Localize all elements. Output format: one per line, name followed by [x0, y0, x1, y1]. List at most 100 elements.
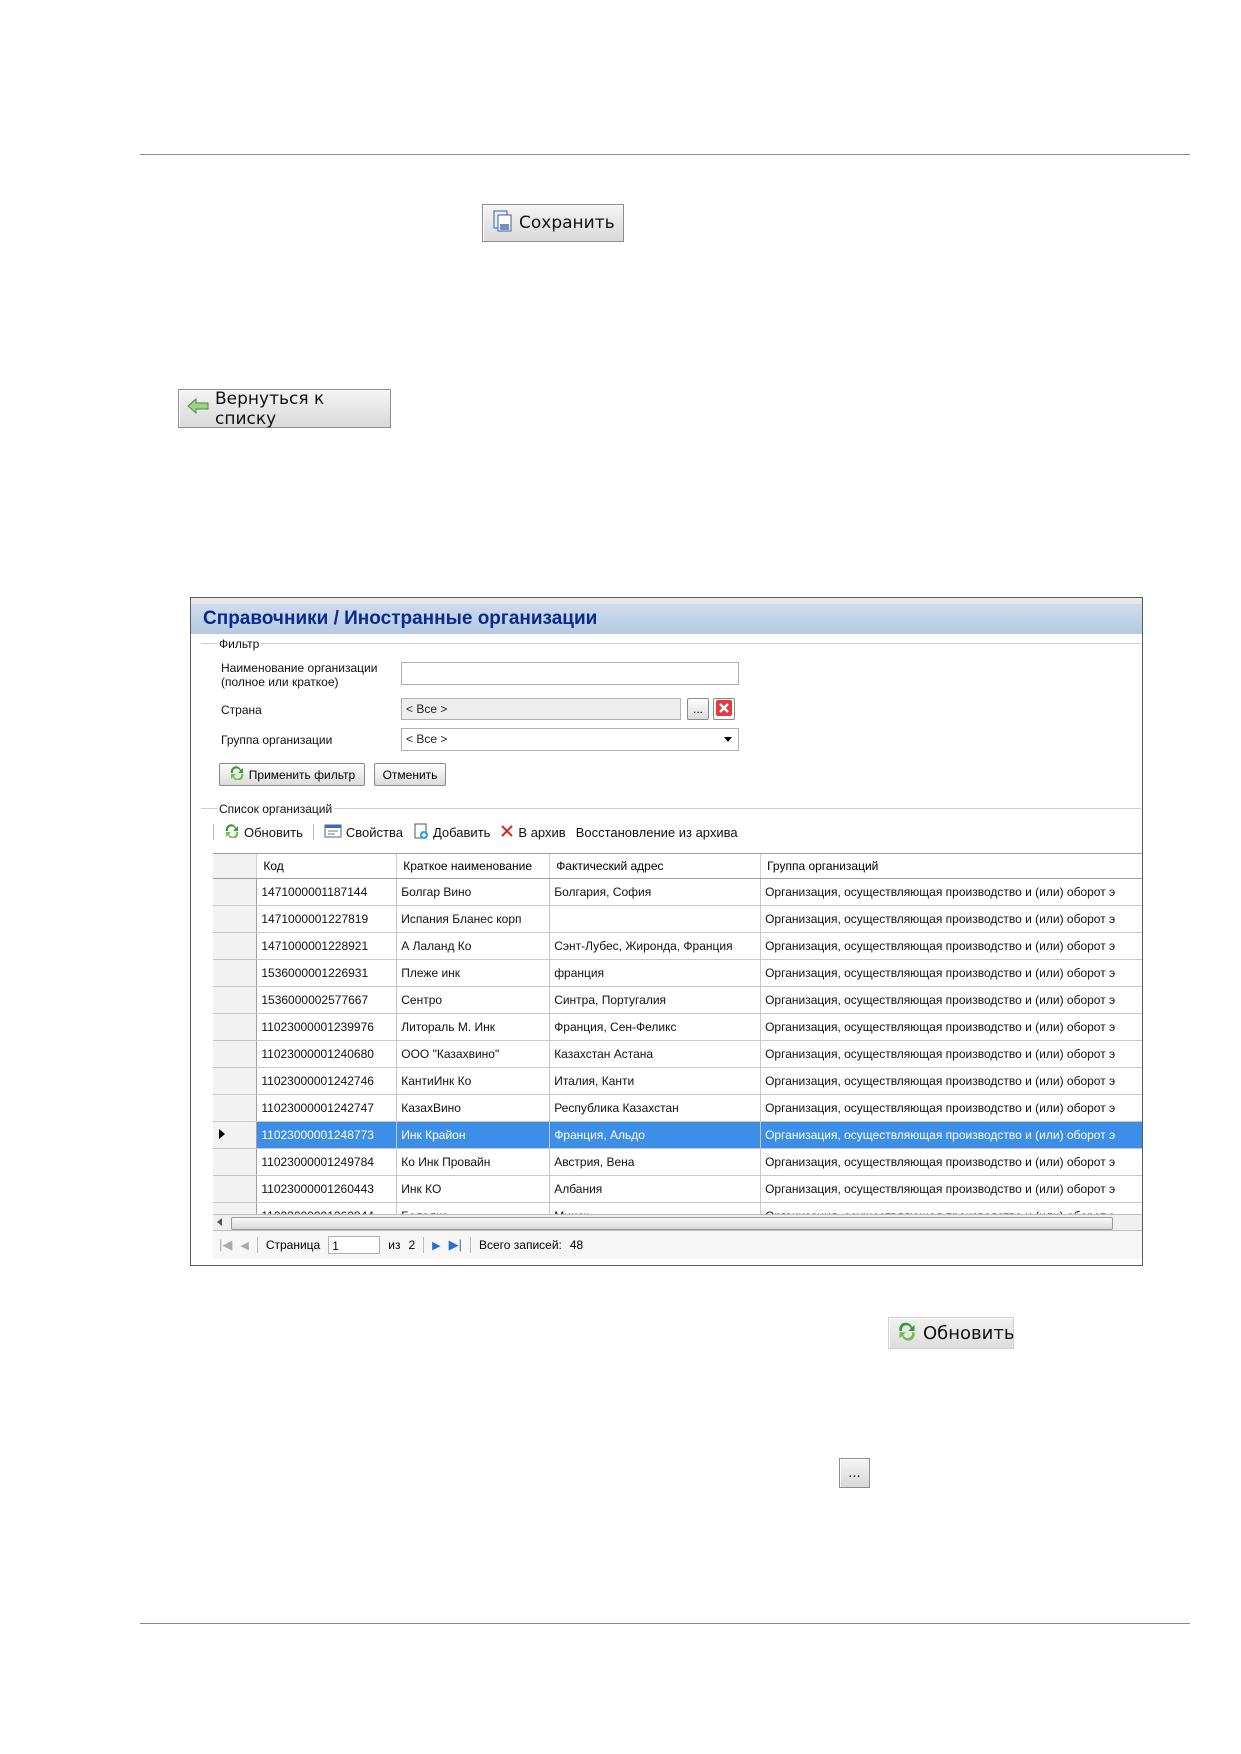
cell-group[interactable]: Организация, осуществляющая производство…	[760, 905, 1142, 933]
row-header-cell[interactable]	[213, 1067, 258, 1095]
row-header-cell[interactable]	[213, 1121, 258, 1149]
row-header-cell[interactable]	[213, 1175, 258, 1203]
cell-address[interactable]: Австрия, Вена	[549, 1148, 762, 1176]
cell-group[interactable]: Организация, осуществляющая производство…	[760, 1148, 1142, 1176]
table-row[interactable]: 1471000001187144 Болгар Вино Болгария, Соф…	[213, 878, 1142, 906]
toolbar-properties-button[interactable]: Свойства	[324, 824, 403, 841]
row-header-cell[interactable]	[213, 905, 258, 933]
cell-short-name[interactable]: Болгар Вино	[396, 878, 551, 906]
cell-code[interactable]: 1471000001228921	[256, 932, 398, 960]
cell-group[interactable]: Организация, осуществляющая производство…	[760, 1175, 1142, 1203]
toolbar-add-button[interactable]: Добавить	[413, 823, 490, 842]
cell-short-name[interactable]: Инк КО	[396, 1175, 551, 1203]
table-row[interactable]: 11023000001242747 КазахВино Республика Каз…	[213, 1094, 1142, 1122]
cell-group[interactable]: Организация, осуществляющая производство…	[760, 986, 1142, 1014]
column-header-address[interactable]: Фактический адрес	[549, 854, 762, 879]
row-header-cell[interactable]	[213, 1148, 258, 1176]
save-button[interactable]: Сохранить	[482, 204, 624, 242]
back-to-list-button[interactable]: Вернуться к списку	[178, 389, 391, 429]
cell-short-name[interactable]: Литораль М. Инк	[396, 1013, 551, 1041]
cell-code[interactable]: 1536000001226931	[256, 959, 398, 987]
cell-address[interactable]: Республика Казахстан	[549, 1094, 762, 1122]
horizontal-scrollbar[interactable]	[213, 1214, 1142, 1231]
table-row[interactable]: 11023000001248773 Инк Крайон Франция, Альд…	[213, 1121, 1142, 1149]
cell-group[interactable]: Организация, осуществляющая производство…	[760, 932, 1142, 960]
row-header-cell[interactable]	[213, 986, 258, 1014]
table-row[interactable]: 11023000001240680 ООО "Казахвино" Казахста…	[213, 1040, 1142, 1068]
scrollbar-thumb[interactable]	[231, 1217, 1113, 1230]
column-header-short-name[interactable]: Краткое наименование	[396, 854, 551, 879]
cell-address[interactable]	[549, 905, 762, 933]
cell-group[interactable]: Организация, осуществляющая производство…	[760, 1094, 1142, 1122]
toolbar-archive-button[interactable]: В архив	[500, 824, 566, 841]
cell-code[interactable]: 1536000002577667	[256, 986, 398, 1014]
cell-address[interactable]: франция	[549, 959, 762, 987]
cell-short-name[interactable]: КантиИнк Ко	[396, 1067, 551, 1095]
org-group-select[interactable]: < Все >	[401, 728, 739, 751]
cell-address[interactable]: Синтра, Португалия	[549, 986, 762, 1014]
apply-filter-button[interactable]: Применить фильтр	[219, 763, 365, 786]
country-clear-button[interactable]	[713, 698, 735, 720]
toolbar-restore-button[interactable]: Восстановление из архива	[576, 825, 738, 840]
cell-address[interactable]: Франция, Альдо	[549, 1121, 762, 1149]
table-row[interactable]: 1471000001227819 Испания Бланес корп Орган…	[213, 905, 1142, 933]
cancel-filter-button[interactable]: Отменить	[374, 763, 446, 786]
cell-group[interactable]: Организация, осуществляющая производство…	[760, 1121, 1142, 1149]
pager-first-icon[interactable]: |◀	[219, 1237, 232, 1253]
ellipsis-button[interactable]: ...	[839, 1458, 870, 1488]
cell-short-name[interactable]: КазахВино	[396, 1094, 551, 1122]
cell-short-name[interactable]: ООО "Казахвино"	[396, 1040, 551, 1068]
cell-code[interactable]: 11023000001249784	[256, 1148, 398, 1176]
cell-code[interactable]: 1471000001187144	[256, 878, 398, 906]
row-header-cell[interactable]	[213, 1094, 258, 1122]
cell-code[interactable]: 11023000001240680	[256, 1040, 398, 1068]
cell-group[interactable]: Организация, осуществляющая производство…	[760, 1040, 1142, 1068]
cell-short-name[interactable]: Сентро	[396, 986, 551, 1014]
scroll-left-icon[interactable]	[217, 1218, 222, 1226]
row-header-cell[interactable]	[213, 1013, 258, 1041]
pager-prev-icon[interactable]: ◀	[240, 1239, 248, 1252]
row-header-cell[interactable]	[213, 959, 258, 987]
cell-group[interactable]: Организация, осуществляющая производство…	[760, 878, 1142, 906]
cell-code[interactable]: 11023000001248773	[256, 1121, 398, 1149]
cell-address[interactable]: Италия, Канти	[549, 1067, 762, 1095]
cell-short-name[interactable]: Плеже инк	[396, 959, 551, 987]
cell-short-name[interactable]: А Лаланд Ко	[396, 932, 551, 960]
cell-address[interactable]: Албания	[549, 1175, 762, 1203]
cell-group[interactable]: Организация, осуществляющая производство…	[760, 959, 1142, 987]
cell-address[interactable]: Болгария, София	[549, 878, 762, 906]
org-name-input[interactable]	[401, 662, 739, 685]
table-row[interactable]: 11023000001260443 Инк КО Албания Организаци…	[213, 1175, 1142, 1203]
table-row[interactable]: 11023000001239976 Литораль М. Инк Франция,…	[213, 1013, 1142, 1041]
cell-short-name[interactable]: Инк Крайон	[396, 1121, 551, 1149]
table-row[interactable]: 1536000001226931 Плеже инк франция Организа…	[213, 959, 1142, 987]
table-row[interactable]: 11023000001242746 КантиИнк Ко Италия, Кант…	[213, 1067, 1142, 1095]
row-header-cell[interactable]	[213, 1040, 258, 1068]
country-select-button[interactable]: ...	[687, 698, 709, 720]
cell-code[interactable]: 1471000001227819	[256, 905, 398, 933]
cell-address[interactable]: Сэнт-Лубес, Жиронда, Франция	[549, 932, 762, 960]
refresh-button[interactable]: Обновить	[888, 1317, 1014, 1349]
column-header-code[interactable]: Код	[256, 854, 398, 879]
cell-code[interactable]: 11023000001260443	[256, 1175, 398, 1203]
country-field[interactable]: < Все >	[401, 698, 681, 720]
cell-address[interactable]: Франция, Сен-Феликс	[549, 1013, 762, 1041]
cell-short-name[interactable]: Испания Бланес корп	[396, 905, 551, 933]
toolbar-refresh-button[interactable]: Обновить	[224, 823, 303, 841]
cell-group[interactable]: Организация, осуществляющая производство…	[760, 1067, 1142, 1095]
pager-next-icon[interactable]: ▶	[432, 1239, 440, 1252]
cell-short-name[interactable]: Ко Инк Провайн	[396, 1148, 551, 1176]
pager-last-icon[interactable]: ▶|	[449, 1237, 462, 1253]
table-row[interactable]: 11023000001249784 Ко Инк Провайн Австрия, …	[213, 1148, 1142, 1176]
cell-group[interactable]: Организация, осуществляющая производство…	[760, 1013, 1142, 1041]
row-header-cell[interactable]	[213, 932, 258, 960]
row-header-cell[interactable]	[213, 878, 258, 906]
cell-code[interactable]: 11023000001242747	[256, 1094, 398, 1122]
table-row[interactable]: 1471000001228921 А Лаланд Ко Сэнт-Лубес, Ж…	[213, 932, 1142, 960]
column-header-group[interactable]: Группа организаций	[760, 854, 1142, 879]
table-row[interactable]: 1536000002577667 Сентро Синтра, Португалия…	[213, 986, 1142, 1014]
pager-page-input[interactable]: 1	[328, 1236, 381, 1254]
cell-code[interactable]: 11023000001242746	[256, 1067, 398, 1095]
cell-code[interactable]: 11023000001239976	[256, 1013, 398, 1041]
cell-address[interactable]: Казахстан Астана	[549, 1040, 762, 1068]
